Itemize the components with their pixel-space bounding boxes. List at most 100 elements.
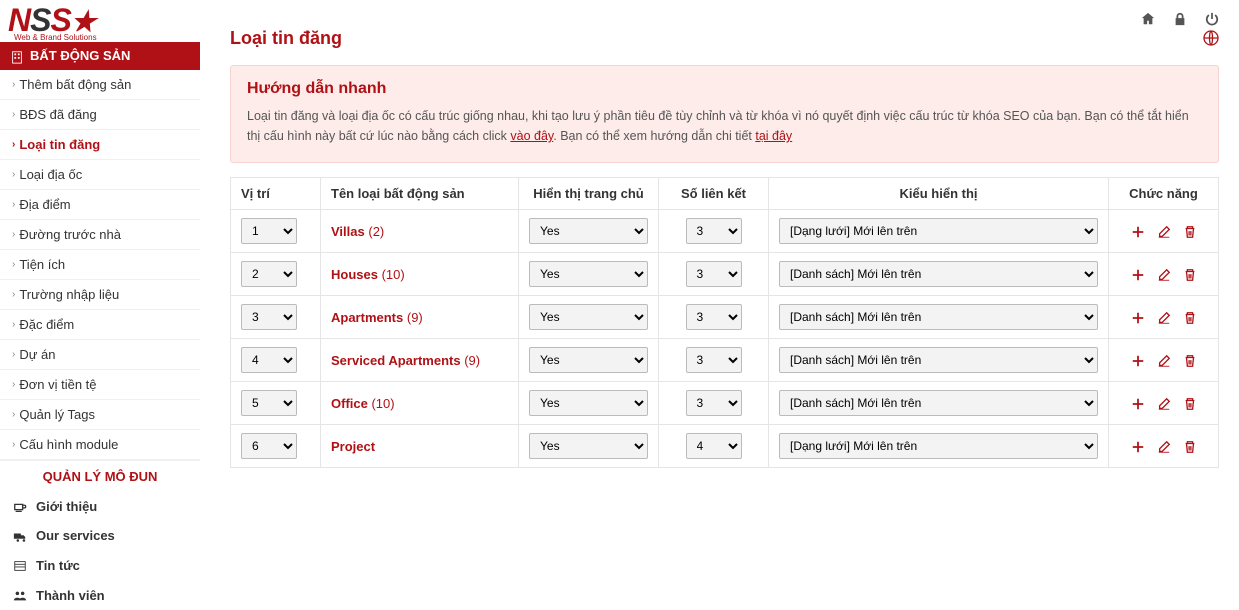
edit-icon[interactable] [1157, 352, 1171, 369]
sidebar-item-label: Dự án [19, 347, 55, 362]
info-link-here[interactable]: vào đây [510, 129, 553, 143]
module-item-2[interactable]: Tin tức [0, 551, 200, 581]
position-select[interactable]: 3 [241, 304, 297, 330]
type-count: (9) [464, 353, 480, 368]
module-label: Our services [36, 528, 115, 543]
globe-icon[interactable] [1203, 30, 1219, 48]
sidebar-item-10[interactable]: ›Đơn vị tiền tệ [0, 370, 200, 400]
info-link-guide[interactable]: tại đây [755, 129, 792, 143]
add-icon[interactable] [1131, 309, 1145, 326]
building-icon [10, 48, 24, 64]
chevron-right-icon: › [12, 439, 15, 450]
chevron-right-icon: › [12, 259, 15, 270]
sidebar-item-12[interactable]: › Cấu hình module [0, 430, 200, 460]
module-item-0[interactable]: Giới thiệu [0, 492, 200, 522]
sidebar-item-2[interactable]: ›Loại tin đăng [0, 130, 200, 160]
sidebar-item-label: Địa điểm [19, 197, 70, 212]
delete-icon[interactable] [1183, 352, 1197, 369]
table-row: 1 Villas (2) Yes 3 [Dạng lưới] Mới lên trên [231, 210, 1219, 253]
sidebar-item-0[interactable]: ›Thêm bất động sản [0, 70, 200, 100]
module-icon [12, 587, 28, 603]
position-select[interactable]: 1 [241, 218, 297, 244]
sidebar-item-1[interactable]: ›BĐS đã đăng [0, 100, 200, 130]
chevron-right-icon: › [12, 379, 15, 390]
power-icon[interactable] [1205, 10, 1219, 27]
links-select[interactable]: 3 [686, 390, 742, 416]
show-select[interactable]: Yes [529, 390, 648, 416]
style-select[interactable]: [Dạng lưới] Mới lên trên [779, 218, 1098, 244]
position-select[interactable]: 4 [241, 347, 297, 373]
table-row: 3Apartments (9)Yes3[Danh sách] Mới lên t… [231, 296, 1219, 339]
type-count: (10) [382, 267, 405, 282]
add-icon[interactable] [1131, 223, 1145, 240]
position-select[interactable]: 5 [241, 390, 297, 416]
links-select[interactable]: 3 [686, 304, 742, 330]
type-name-link[interactable]: Project [331, 439, 375, 454]
links-select[interactable]: 4 [686, 433, 742, 459]
add-icon[interactable] [1131, 352, 1145, 369]
sidebar-item-11[interactable]: ›Quản lý Tags [0, 400, 200, 430]
sidebar-item-4[interactable]: ›Địa điểm [0, 190, 200, 220]
style-select[interactable]: [Danh sách] Mới lên trên [779, 347, 1098, 373]
chevron-right-icon: › [12, 169, 15, 180]
lock-icon[interactable] [1173, 10, 1187, 27]
type-count: (2) [368, 224, 384, 239]
sidebar-item-3[interactable]: ›Loại địa ốc [0, 160, 200, 190]
sidebar-item-label: Đặc điểm [19, 317, 74, 332]
delete-icon[interactable] [1183, 309, 1197, 326]
edit-icon[interactable] [1157, 438, 1171, 455]
position-select[interactable]: 2 [241, 261, 297, 287]
edit-icon[interactable] [1157, 223, 1171, 240]
sidebar-item-label: Quản lý Tags [19, 407, 95, 422]
module-icon [12, 558, 28, 574]
type-name-link[interactable]: Villas [331, 224, 365, 239]
style-select[interactable]: [Danh sách] Mới lên trên [779, 304, 1098, 330]
show-select[interactable]: Yes [529, 304, 648, 330]
links-select[interactable]: 3 [686, 347, 742, 373]
sidebar-item-label: Tiện ích [19, 257, 65, 272]
add-icon[interactable] [1131, 395, 1145, 412]
show-select[interactable]: Yes [529, 261, 648, 287]
style-select[interactable]: [Danh sách] Mới lên trên [779, 390, 1098, 416]
style-select[interactable]: [Danh sách] Mới lên trên [779, 261, 1098, 287]
delete-icon[interactable] [1183, 223, 1197, 240]
sidebar-item-9[interactable]: ›Dự án [0, 340, 200, 370]
show-select[interactable]: Yes [529, 218, 648, 244]
module-item-1[interactable]: Our services [0, 521, 200, 551]
sidebar-section-modules: QUẢN LÝ MÔ ĐUN [0, 460, 200, 492]
sidebar-item-label: Cấu hình module [19, 437, 118, 452]
links-select[interactable]: 3 [686, 261, 742, 287]
edit-icon[interactable] [1157, 266, 1171, 283]
chevron-right-icon: › [12, 289, 15, 300]
home-icon[interactable] [1141, 10, 1155, 27]
module-label: Tin tức [36, 558, 80, 573]
edit-icon[interactable] [1157, 309, 1171, 326]
info-text: Loại tin đăng và loại địa ốc có cấu trúc… [247, 106, 1202, 146]
add-icon[interactable] [1131, 438, 1145, 455]
style-select[interactable]: [Dạng lưới] Mới lên trên [779, 433, 1098, 459]
col-position: Vị trí [231, 178, 321, 210]
logo[interactable]: NSS★ Web & Brand Solutions [0, 0, 200, 42]
show-select[interactable]: Yes [529, 347, 648, 373]
type-name-link[interactable]: Apartments [331, 310, 403, 325]
add-icon[interactable] [1131, 266, 1145, 283]
edit-icon[interactable] [1157, 395, 1171, 412]
show-select[interactable]: Yes [529, 433, 648, 459]
chevron-right-icon: › [12, 109, 15, 120]
links-select[interactable]: 3 [686, 218, 742, 244]
sidebar-item-7[interactable]: ›Trường nhập liệu [0, 280, 200, 310]
sidebar-item-5[interactable]: ›Đường trước nhà [0, 220, 200, 250]
module-label: Giới thiệu [36, 499, 97, 514]
delete-icon[interactable] [1183, 266, 1197, 283]
table-row: 6 Project Yes 4 [Dạng lưới] Mới lên trên [231, 425, 1219, 468]
type-name-link[interactable]: Houses [331, 267, 378, 282]
module-item-3[interactable]: Thành viên [0, 580, 200, 610]
delete-icon[interactable] [1183, 395, 1197, 412]
sidebar-item-6[interactable]: › Tiện ích [0, 250, 200, 280]
sidebar: NSS★ Web & Brand Solutions BẤT ĐỘNG SẢN … [0, 0, 200, 610]
type-name-link[interactable]: Office [331, 396, 368, 411]
sidebar-item-8[interactable]: ›Đặc điểm [0, 310, 200, 340]
type-name-link[interactable]: Serviced Apartments [331, 353, 461, 368]
delete-icon[interactable] [1183, 438, 1197, 455]
position-select[interactable]: 6 [241, 433, 297, 459]
